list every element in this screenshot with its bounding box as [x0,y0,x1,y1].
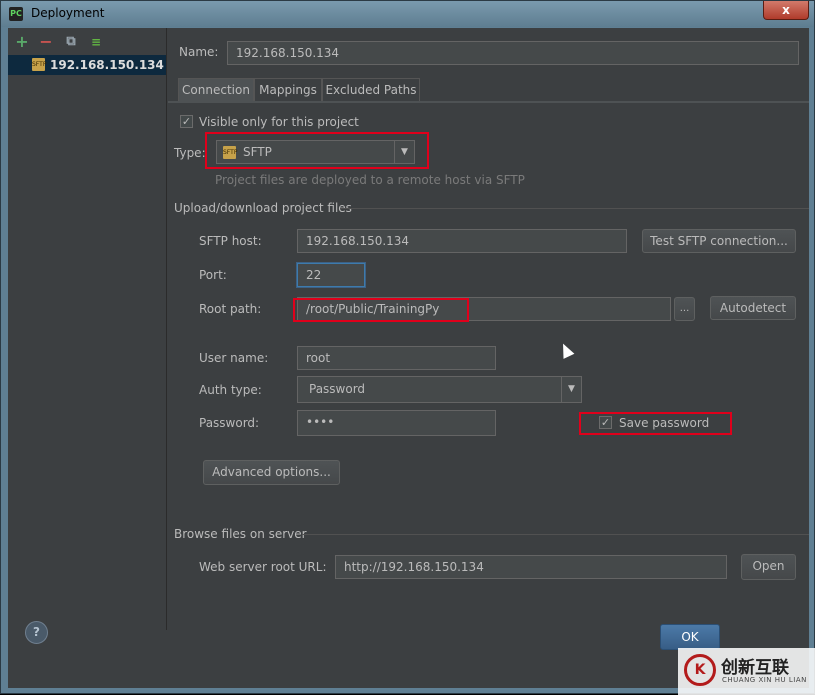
watermark-text: 创新互联 [721,658,789,678]
server-list-item[interactable]: SFTP 192.168.150.134 [8,55,166,75]
move-icon[interactable]: ≡ [87,33,105,51]
ok-button[interactable]: OK [660,624,720,650]
minus-icon[interactable]: − [37,33,55,51]
server-list-panel: + − ⧉ ≡ SFTP 192.168.150.134 [8,28,167,630]
watermark-subtext: CHUANG XIN HU LIAN [722,676,807,684]
port-field[interactable]: 22 [297,263,365,287]
browse-section-title: Browse files on server [174,527,307,541]
name-field[interactable]: 192.168.150.134 [227,41,799,65]
server-item-label: 192.168.150.134 [50,58,164,72]
watermark-logo: K [684,654,716,686]
watermark: K 创新互联 CHUANG XIN HU LIAN [678,648,815,695]
port-label: Port: [199,268,227,282]
browse-root-path-button[interactable]: ... [674,297,695,321]
title-bar: PC Deployment x [1,1,814,27]
user-name-field[interactable]: root [297,346,496,370]
upload-section-title: Upload/download project files [174,201,352,215]
autodetect-button[interactable]: Autodetect [710,296,796,320]
password-field[interactable]: •••• [297,410,496,436]
auth-type-label: Auth type: [199,383,262,397]
type-highlight-box [205,132,429,169]
copy-icon[interactable]: ⧉ [62,33,80,51]
password-label: Password: [199,416,260,430]
sftp-host-label: SFTP host: [199,234,262,248]
mouse-cursor-icon [557,341,575,359]
root-path-highlight-box [293,298,469,322]
root-path-label: Root path: [199,302,262,316]
sftp-icon: SFTP [32,58,46,71]
visible-only-label: Visible only for this project [199,115,359,129]
web-root-field[interactable]: http://192.168.150.134 [335,555,727,579]
name-label: Name: [179,45,219,59]
test-connection-button[interactable]: Test SFTP connection... [642,229,796,253]
tab-mappings[interactable]: Mappings [254,78,322,102]
type-label: Type: [174,146,206,160]
tab-excluded-paths[interactable]: Excluded Paths [322,78,420,102]
tab-connection[interactable]: Connection [178,78,254,102]
advanced-options-button[interactable]: Advanced options... [203,460,340,485]
window-title: Deployment [31,6,105,20]
save-password-highlight-box [579,412,732,435]
type-hint: Project files are deployed to a remote h… [215,173,525,187]
close-button[interactable]: x [763,1,809,20]
visible-only-checkbox[interactable]: ✓ [180,115,193,128]
auth-type-value: Password [309,382,366,396]
help-icon[interactable]: ? [25,621,48,644]
plus-icon[interactable]: + [13,33,31,51]
browse-section-separator [302,534,809,535]
web-root-label: Web server root URL: [199,560,327,574]
open-button[interactable]: Open [741,554,796,580]
chevron-down-icon: ▼ [561,377,581,402]
dialog-body: + − ⧉ ≡ SFTP 192.168.150.134 Name: 192.1… [8,28,809,688]
upload-section-separator [340,208,809,209]
sftp-host-field[interactable]: 192.168.150.134 [297,229,627,253]
deployment-window: PC Deployment x + − ⧉ ≡ SFTP 192.168.150… [0,0,815,695]
tab-strip-divider [168,101,809,103]
auth-type-dropdown[interactable]: Password ▼ [297,376,582,403]
user-name-label: User name: [199,351,269,365]
pycharm-app-icon: PC [9,7,23,21]
